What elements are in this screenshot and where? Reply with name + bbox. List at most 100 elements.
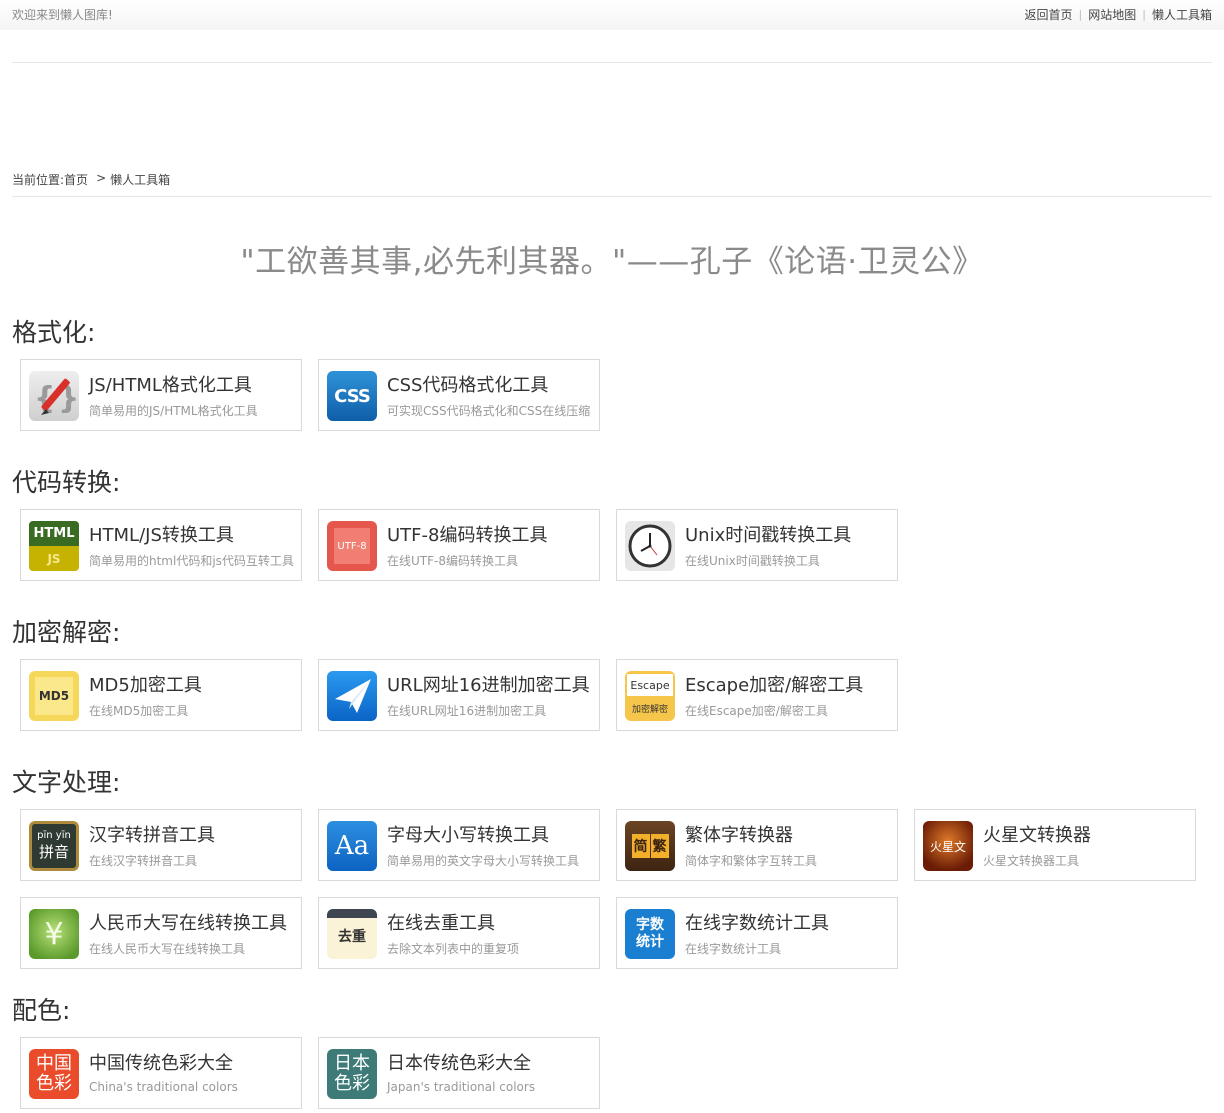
china-colors-icon-top: 中国 <box>36 1053 72 1074</box>
tool-name: 人民币大写在线转换工具 <box>89 913 287 934</box>
section-title-text: 文字处理: <box>12 768 121 797</box>
tool-desc: 在线字数统计工具 <box>685 942 782 956</box>
tool-desc: 在线UTF-8编码转换工具 <box>387 554 518 568</box>
section-title-format: 格式化: <box>12 318 96 347</box>
tool-card-dedupe[interactable]: 去重 在线去重工具 去除文本列表中的重复项 <box>318 897 600 969</box>
tool-name: 在线去重工具 <box>387 913 495 934</box>
tool-desc: 在线URL网址16进制加密工具 <box>387 704 547 718</box>
divider-line <box>12 196 1212 197</box>
dedupe-icon: 去重 <box>327 909 377 959</box>
breadcrumb-home-link[interactable]: 首页 <box>64 171 88 188</box>
tool-name: 日本传统色彩大全 <box>387 1053 531 1074</box>
traditional-icon-left: 简 <box>631 834 650 858</box>
sitemap-link[interactable]: 网站地图 <box>1088 6 1136 23</box>
html-js-icon-bottom: JS <box>29 546 79 571</box>
tool-name: URL网址16进制加密工具 <box>387 675 590 696</box>
md5-icon: MD5 <box>29 671 79 721</box>
tool-name: CSS代码格式化工具 <box>387 375 549 396</box>
toolbox-link[interactable]: 懒人工具箱 <box>1152 6 1212 23</box>
breadcrumb-arrow: > <box>96 171 107 185</box>
tool-name: Escape加密/解密工具 <box>685 675 864 696</box>
section-title-color: 配色: <box>12 996 71 1025</box>
page-quote: "工欲善其事,必先利其器。"——孔子《论语·卫灵公》 <box>240 244 984 280</box>
tool-card-japan-colors[interactable]: 日本 色彩 日本传统色彩大全 Japan's traditional color… <box>318 1037 600 1109</box>
tool-desc: 在线Escape加密/解密工具 <box>685 704 828 718</box>
tool-desc: 在线人民币大写在线转换工具 <box>89 942 246 956</box>
pinyin-icon-bottom: 拼音 <box>38 843 69 861</box>
breadcrumb-current-link[interactable]: 懒人工具箱 <box>110 171 170 188</box>
md5-icon-glyph: MD5 <box>35 677 73 715</box>
tool-desc: China's traditional colors <box>89 1080 238 1094</box>
tool-name: 汉字转拼音工具 <box>89 825 215 846</box>
aa-icon-glyph: Aa <box>334 831 370 861</box>
breadcrumb: 当前位置: 首页 > 懒人工具箱 <box>12 171 170 188</box>
tool-card-js-html-format[interactable]: { } JS/HTML格式化工具 简单易用的JS/HTML格式化工具 <box>20 359 302 431</box>
tool-card-pinyin[interactable]: pīn yīn 拼音 汉字转拼音工具 在线汉字转拼音工具 <box>20 809 302 881</box>
pinyin-icon-top: pīn yīn <box>37 830 71 841</box>
pencil-braces-icon: { } <box>29 371 79 421</box>
tool-desc: 简单易用的html代码和js代码互转工具 <box>89 554 294 568</box>
yen-icon: ¥ <box>29 909 79 959</box>
clock-icon <box>625 521 675 571</box>
tool-card-mars-text[interactable]: 火星文 火星文转换器 火星文转换器工具 <box>914 809 1196 881</box>
tool-card-rmb[interactable]: ¥ 人民币大写在线转换工具 在线人民币大写在线转换工具 <box>20 897 302 969</box>
tool-card-letter-case[interactable]: Aa 字母大小写转换工具 简单易用的英文字母大小写转换工具 <box>318 809 600 881</box>
tool-name: 中国传统色彩大全 <box>89 1053 233 1074</box>
dedupe-icon-glyph: 去重 <box>338 929 366 945</box>
tool-desc: 简单易用的英文字母大小写转换工具 <box>387 854 580 868</box>
tool-desc: 去除文本列表中的重复项 <box>387 942 520 956</box>
tool-desc: 在线汉字转拼音工具 <box>89 854 198 868</box>
tool-desc: 简体字和繁体字互转工具 <box>685 854 818 868</box>
traditional-icon: 简 繁 <box>625 821 675 871</box>
tool-card-md5[interactable]: MD5 MD5加密工具 在线MD5加密工具 <box>20 659 302 731</box>
css-icon: CSS <box>327 371 377 421</box>
divider-line <box>12 62 1212 63</box>
utf8-icon-glyph: UTF-8 <box>334 528 370 564</box>
japan-colors-icon: 日本 色彩 <box>327 1049 377 1099</box>
tool-desc: Japan's traditional colors <box>387 1080 536 1094</box>
japan-colors-icon-bottom: 色彩 <box>334 1073 370 1094</box>
breadcrumb-prefix: 当前位置: <box>12 173 65 187</box>
tool-desc: 在线MD5加密工具 <box>89 704 189 718</box>
tool-card-css-format[interactable]: CSS CSS代码格式化工具 可实现CSS代码格式化和CSS在线压缩 <box>318 359 600 431</box>
tool-name: 在线字数统计工具 <box>685 913 829 934</box>
css-icon-glyph: CSS <box>334 385 371 407</box>
china-colors-icon: 中国 色彩 <box>29 1049 79 1099</box>
escape-icon: Escape 加密解密 <box>625 671 675 721</box>
tool-card-url-hex[interactable]: URL网址16进制加密工具 在线URL网址16进制加密工具 <box>318 659 600 731</box>
tool-name: UTF-8编码转换工具 <box>387 525 548 546</box>
traditional-icon-right: 繁 <box>650 834 669 858</box>
divider: | <box>1142 8 1146 21</box>
tool-card-unix-time[interactable]: Unix时间戳转换工具 在线Unix时间戳转换工具 <box>616 509 898 581</box>
tool-card-escape[interactable]: Escape 加密解密 Escape加密/解密工具 在线Escape加密/解密工… <box>616 659 898 731</box>
tool-card-china-colors[interactable]: 中国 色彩 中国传统色彩大全 China's traditional color… <box>20 1037 302 1109</box>
tool-card-word-count[interactable]: 字数 统计 在线字数统计工具 在线字数统计工具 <box>616 897 898 969</box>
tool-desc: 火星文转换器工具 <box>983 854 1080 868</box>
word-count-icon: 字数 统计 <box>625 909 675 959</box>
tool-name: 火星文转换器 <box>983 825 1091 846</box>
top-bar: 欢迎来到懒人图库! 返回首页 | 网站地图 | 懒人工具箱 <box>0 0 1224 30</box>
aa-icon: Aa <box>327 821 377 871</box>
section-title-crypto: 加密解密: <box>12 618 121 647</box>
tool-card-traditional[interactable]: 简 繁 繁体字转换器 简体字和繁体字互转工具 <box>616 809 898 881</box>
escape-icon-top: Escape <box>627 674 673 696</box>
utf8-icon: UTF-8 <box>327 521 377 571</box>
html-js-icon: HTML JS <box>29 521 79 571</box>
mars-text-icon-glyph: 火星文 <box>929 839 966 854</box>
divider: | <box>1078 8 1083 21</box>
tool-name: JS/HTML格式化工具 <box>89 375 252 396</box>
tool-card-html-js-convert[interactable]: HTML JS HTML/JS转换工具 简单易用的html代码和js代码互转工具 <box>20 509 302 581</box>
html-js-icon-top: HTML <box>29 521 79 546</box>
section-title-convert: 代码转换: <box>12 468 121 497</box>
tool-name: HTML/JS转换工具 <box>89 525 234 546</box>
paper-plane-icon <box>327 671 377 721</box>
top-links: 返回首页 | 网站地图 | 懒人工具箱 <box>1025 6 1212 23</box>
yen-icon-glyph: ¥ <box>44 916 64 952</box>
home-link[interactable]: 返回首页 <box>1025 6 1073 23</box>
tool-desc: 可实现CSS代码格式化和CSS在线压缩 <box>387 404 591 418</box>
tool-desc: 简单易用的JS/HTML格式化工具 <box>89 404 258 418</box>
tool-name: 繁体字转换器 <box>685 825 793 846</box>
tool-card-utf8-convert[interactable]: UTF-8 UTF-8编码转换工具 在线UTF-8编码转换工具 <box>318 509 600 581</box>
dedupe-icon-header <box>327 909 377 918</box>
tool-name: 字母大小写转换工具 <box>387 825 549 846</box>
